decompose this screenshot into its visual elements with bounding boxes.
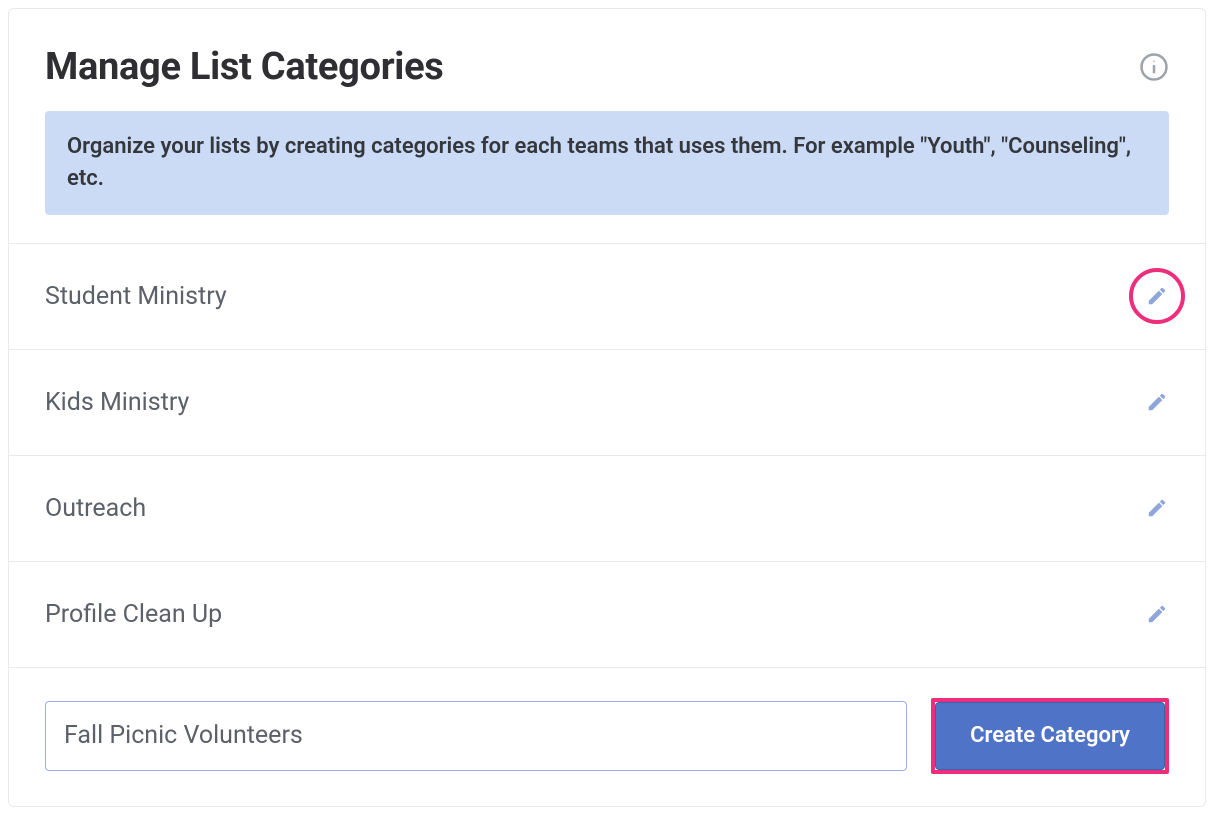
help-banner: Organize your lists by creating categori… bbox=[45, 111, 1169, 215]
title-row: Manage List Categories bbox=[45, 45, 1169, 89]
category-row: Profile Clean Up bbox=[9, 562, 1205, 668]
category-row: Student Ministry bbox=[9, 244, 1205, 350]
create-category-button[interactable]: Create Category bbox=[935, 702, 1165, 770]
category-name: Kids Ministry bbox=[45, 388, 189, 417]
pencil-icon bbox=[1146, 285, 1168, 307]
edit-category-button[interactable] bbox=[1145, 496, 1169, 520]
category-name: Student Ministry bbox=[45, 282, 227, 311]
edit-category-button[interactable] bbox=[1145, 602, 1169, 626]
info-icon[interactable] bbox=[1139, 52, 1169, 82]
category-name: Profile Clean Up bbox=[45, 600, 222, 629]
create-button-highlight: Create Category bbox=[931, 698, 1169, 774]
card-header: Manage List Categories Organize your lis… bbox=[9, 9, 1205, 243]
create-category-footer: Create Category bbox=[9, 668, 1205, 806]
category-row: Outreach bbox=[9, 456, 1205, 562]
category-list: Student Ministry Kids Ministry Outreach bbox=[9, 243, 1205, 668]
pencil-icon bbox=[1146, 497, 1168, 519]
new-category-input[interactable] bbox=[45, 701, 907, 771]
manage-categories-card: Manage List Categories Organize your lis… bbox=[8, 8, 1206, 807]
category-row: Kids Ministry bbox=[9, 350, 1205, 456]
edit-category-button[interactable] bbox=[1129, 268, 1185, 324]
pencil-icon bbox=[1146, 391, 1168, 413]
edit-category-button[interactable] bbox=[1145, 390, 1169, 414]
category-name: Outreach bbox=[45, 494, 146, 523]
page-title: Manage List Categories bbox=[45, 45, 444, 89]
pencil-icon bbox=[1146, 603, 1168, 625]
